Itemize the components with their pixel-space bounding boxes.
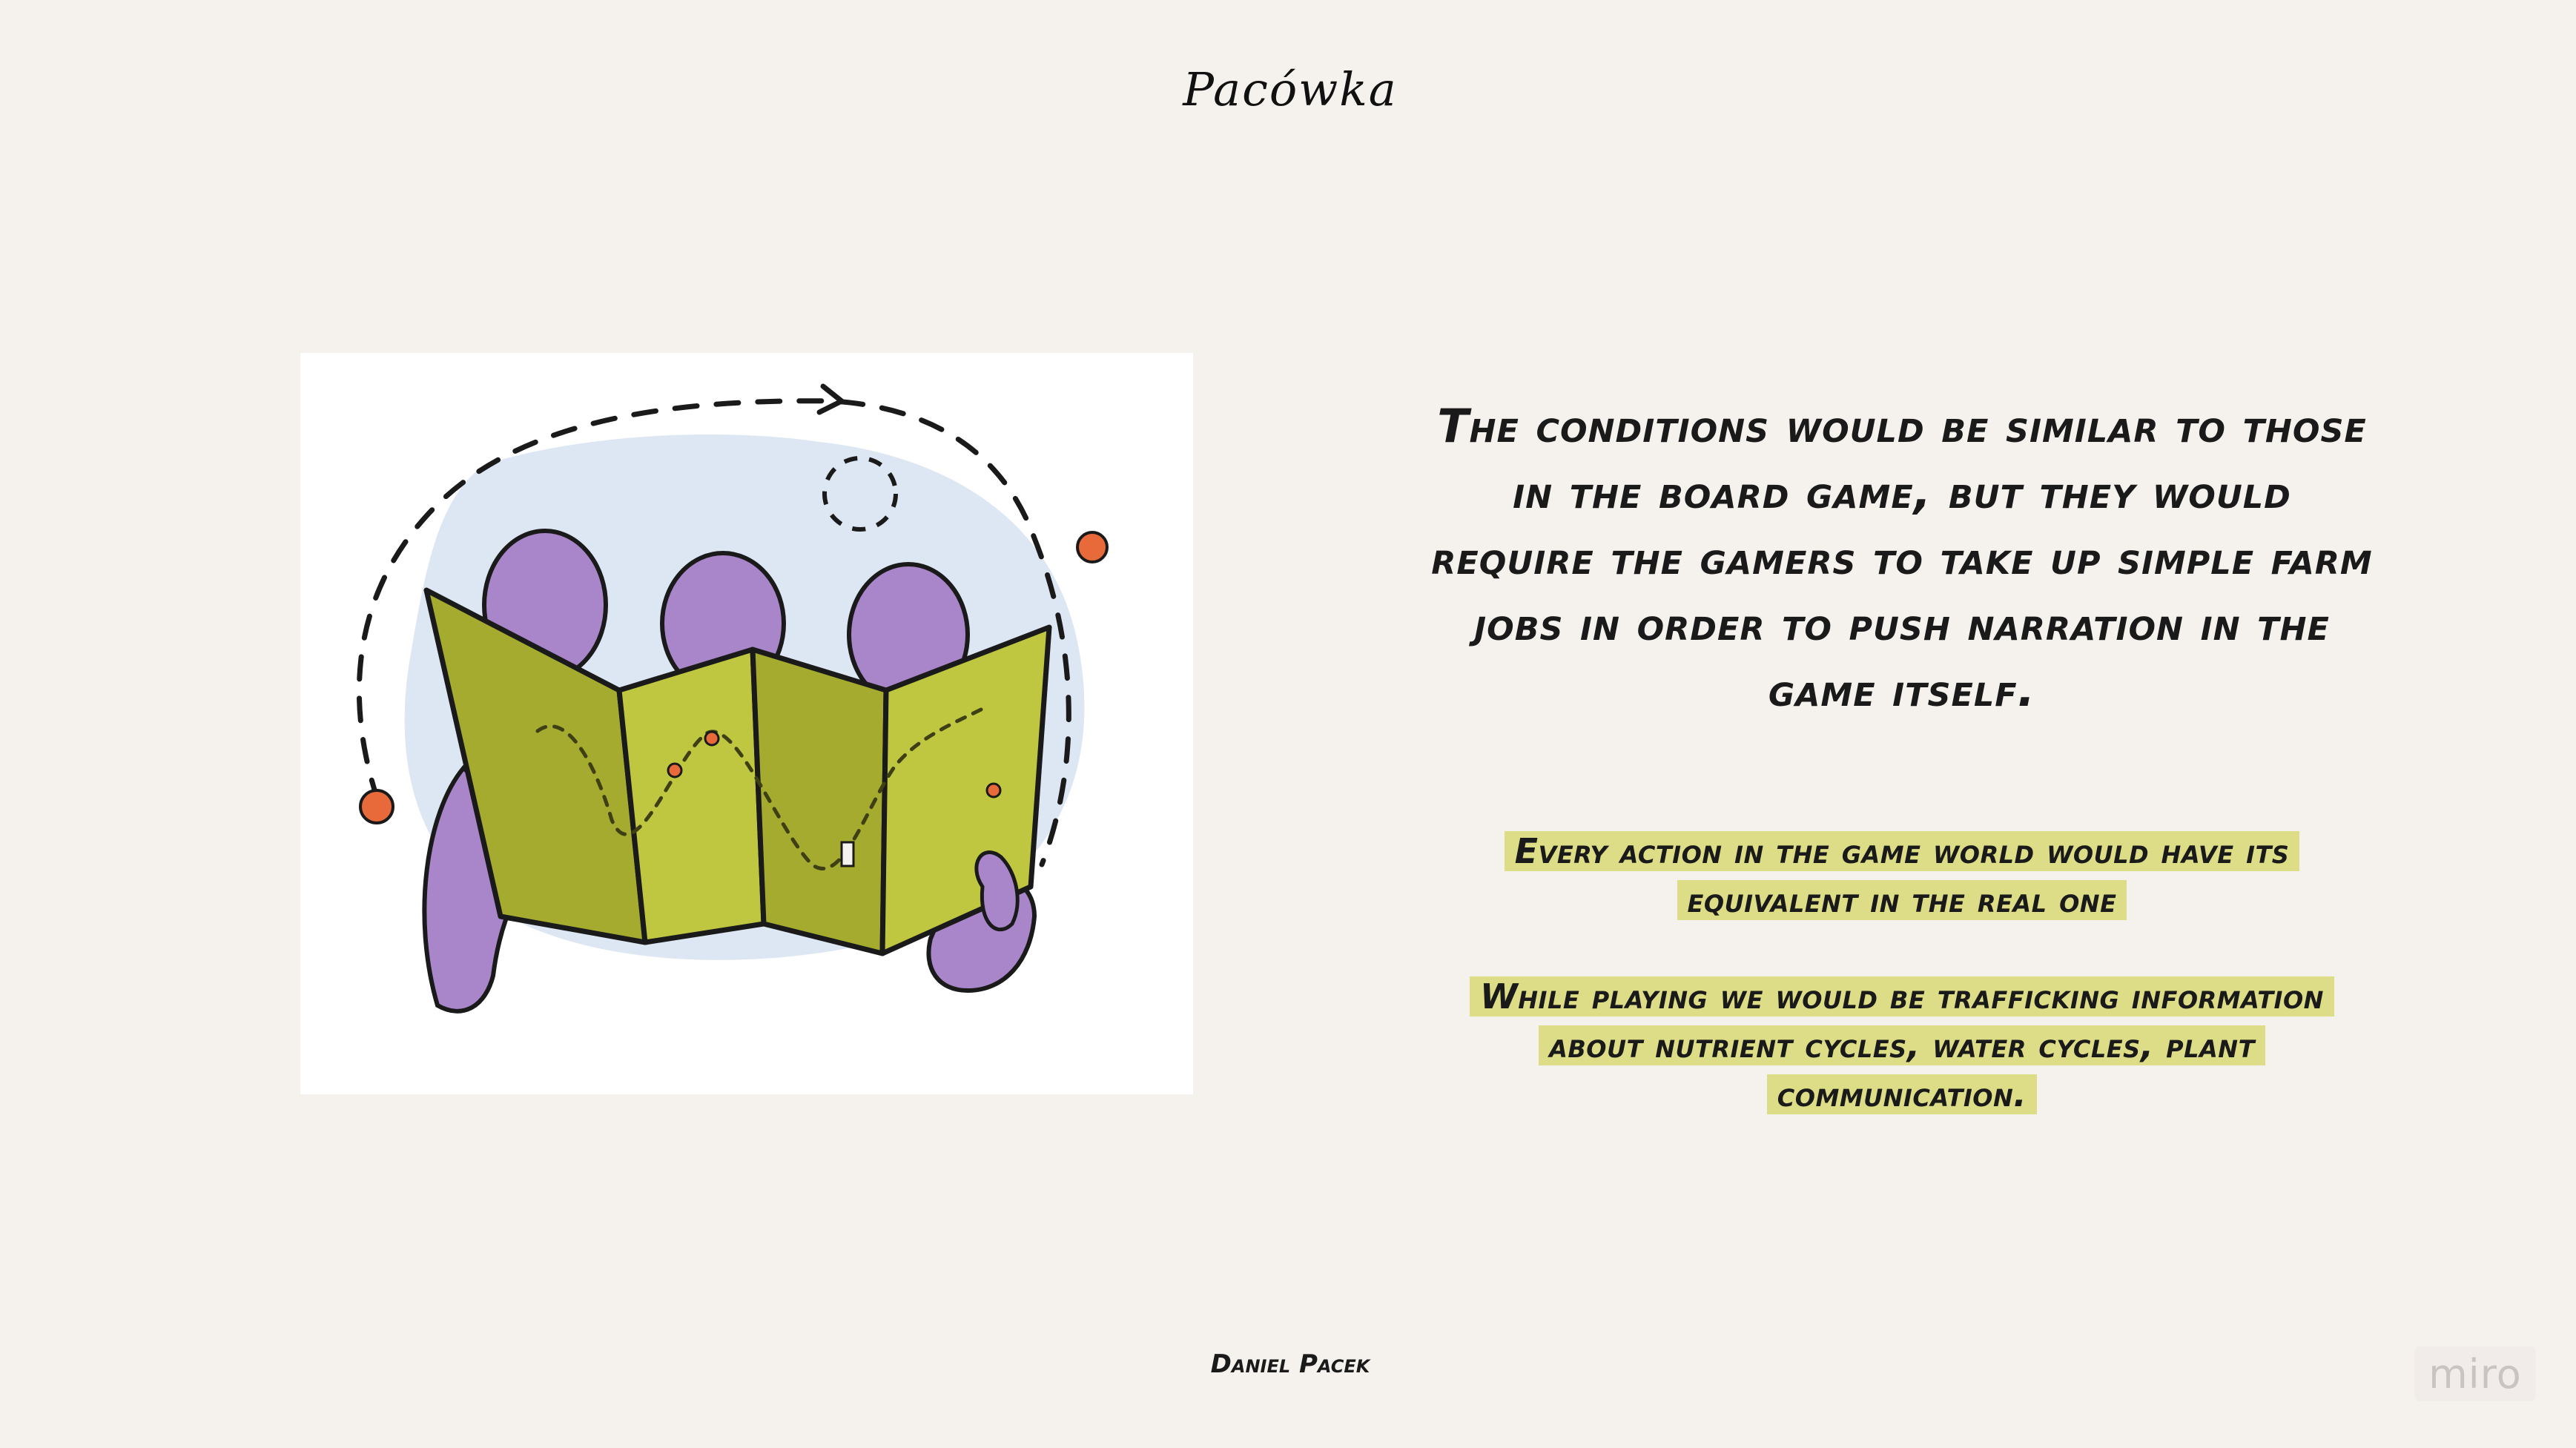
content-column: The conditions would be similar to those… bbox=[1431, 393, 2373, 1119]
map-reading-illustration bbox=[300, 353, 1193, 1094]
paragraph-2-text: While playing we would be trafficking in… bbox=[1470, 976, 2334, 1114]
map-panel-2 bbox=[616, 647, 767, 945]
highlighted-paragraph-2: While playing we would be trafficking in… bbox=[1431, 972, 2373, 1119]
map-panel-3 bbox=[750, 647, 889, 956]
headline: The conditions would be similar to those… bbox=[1431, 399, 2373, 717]
author-name: Daniel Pacek bbox=[1210, 1349, 1370, 1379]
map-marker bbox=[704, 730, 720, 747]
highlighted-paragraph-1: Every action in the game world would hav… bbox=[1431, 827, 2373, 925]
miro-watermark[interactable]: miro bbox=[2414, 1346, 2536, 1401]
map-marker-flag bbox=[840, 841, 855, 867]
map-marker bbox=[667, 762, 683, 778]
paragraph-1-text: Every action in the game world would hav… bbox=[1504, 831, 2300, 920]
orange-dot-left bbox=[359, 789, 394, 824]
three-figures-reading-map-illustration bbox=[356, 383, 1109, 1014]
map-marker bbox=[985, 782, 1002, 799]
logo: Pacówka bbox=[1183, 62, 1398, 116]
orange-dot-right bbox=[1076, 531, 1109, 563]
